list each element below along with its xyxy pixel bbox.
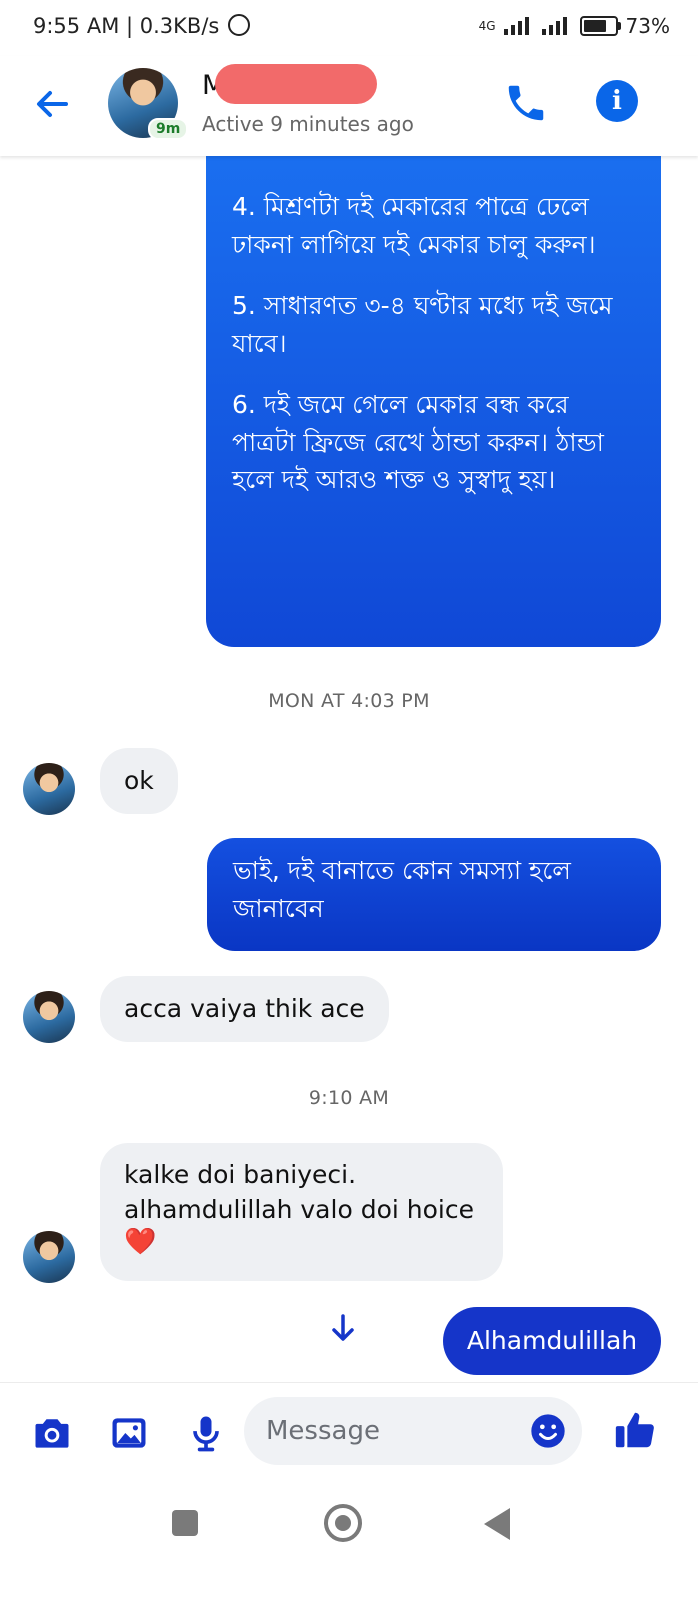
home-button[interactable] (324, 1504, 362, 1542)
battery-level: 73% (625, 14, 670, 38)
signal-icon-2 (541, 17, 572, 35)
voice-button[interactable] (184, 1411, 228, 1455)
message-text: acca vaiya thik ace (124, 994, 365, 1023)
system-nav-bar (0, 1482, 698, 1600)
sync-icon (228, 14, 251, 36)
chat-header: 9m M med Active 9 minutes ago i (0, 56, 698, 156)
microphone-icon (193, 1416, 219, 1452)
scroll-to-bottom-button[interactable] (328, 1310, 358, 1346)
call-button[interactable] (503, 80, 549, 126)
timestamp: MON AT 4:03 PM (268, 690, 430, 712)
sender-avatar[interactable] (23, 1231, 75, 1283)
outgoing-message-recipe[interactable]: 4. মিশ্রণটা দই মেকারের পাত্রে ঢেলে ঢাকনা… (206, 150, 661, 647)
name-redaction (215, 64, 377, 104)
camera-button[interactable] (30, 1411, 74, 1455)
incoming-message-thik-ace[interactable]: acca vaiya thik ace (100, 976, 389, 1042)
active-badge: 9m (148, 118, 189, 140)
outgoing-message-question[interactable]: ভাই, দই বানাতে কোন সমস্যা হলে জানাবেন (207, 838, 661, 951)
network-type: 4G (478, 19, 496, 33)
heart-emoji: ❤️ (124, 1227, 157, 1257)
back-button[interactable] (30, 82, 74, 126)
emoji-button[interactable] (528, 1411, 568, 1451)
gallery-button[interactable] (107, 1411, 151, 1455)
recipe-step-5: 5. সাধারণত ৩-৪ ঘণ্টার মধ্যে দই জমে যাবে। (232, 291, 613, 358)
contact-status: Active 9 minutes ago (202, 112, 414, 136)
sender-avatar[interactable] (23, 763, 75, 815)
image-icon (112, 1418, 146, 1448)
message-line-1: kalke doi baniyeci. (124, 1160, 357, 1189)
recipe-step-4: 4. মিশ্রণটা দই মেকারের পাত্রে ঢেলে ঢাকনা… (232, 192, 596, 259)
incoming-message-doi[interactable]: kalke doi baniyeci. alhamdulillah valo d… (100, 1143, 503, 1281)
camera-icon (35, 1419, 69, 1448)
phone-icon (508, 85, 544, 121)
emoji-icon (531, 1414, 565, 1448)
recents-button[interactable] (172, 1510, 198, 1536)
info-button[interactable]: i (596, 80, 638, 122)
system-back-button[interactable] (484, 1508, 510, 1540)
timestamp: 9:10 AM (308, 1087, 390, 1109)
incoming-message-ok[interactable]: ok (100, 748, 178, 814)
quick-reply-chip[interactable]: Alhamdulillah (443, 1307, 661, 1375)
status-indicators: 4G 73% (479, 14, 670, 38)
recipe-step-6: 6. দই জমে গেলে মেকার বন্ধ করে পাত্রটা ফ্… (232, 390, 604, 494)
battery-icon (579, 16, 621, 36)
message-text: ভাই, দই বানাতে কোন সমস্যা হলে জানাবেন (233, 856, 571, 923)
status-text: 9:55 AM | 0.3KB/s (33, 14, 220, 38)
back-arrow-icon (37, 91, 68, 117)
signal-icon (503, 17, 534, 35)
status-bar: 9:55 AM | 0.3KB/s 4G 73% (0, 0, 698, 56)
status-time-speed: 9:55 AM | 0.3KB/s (33, 14, 251, 38)
composer-bar (0, 1382, 698, 1483)
sender-avatar[interactable] (23, 991, 75, 1043)
info-icon: i (612, 86, 622, 116)
like-button[interactable] (612, 1407, 658, 1453)
arrow-down-icon (332, 1314, 354, 1341)
message-text: ok (124, 766, 154, 795)
like-icon (615, 1412, 654, 1448)
message-line-2: alhamdulillah valo doi hoice (124, 1195, 474, 1224)
